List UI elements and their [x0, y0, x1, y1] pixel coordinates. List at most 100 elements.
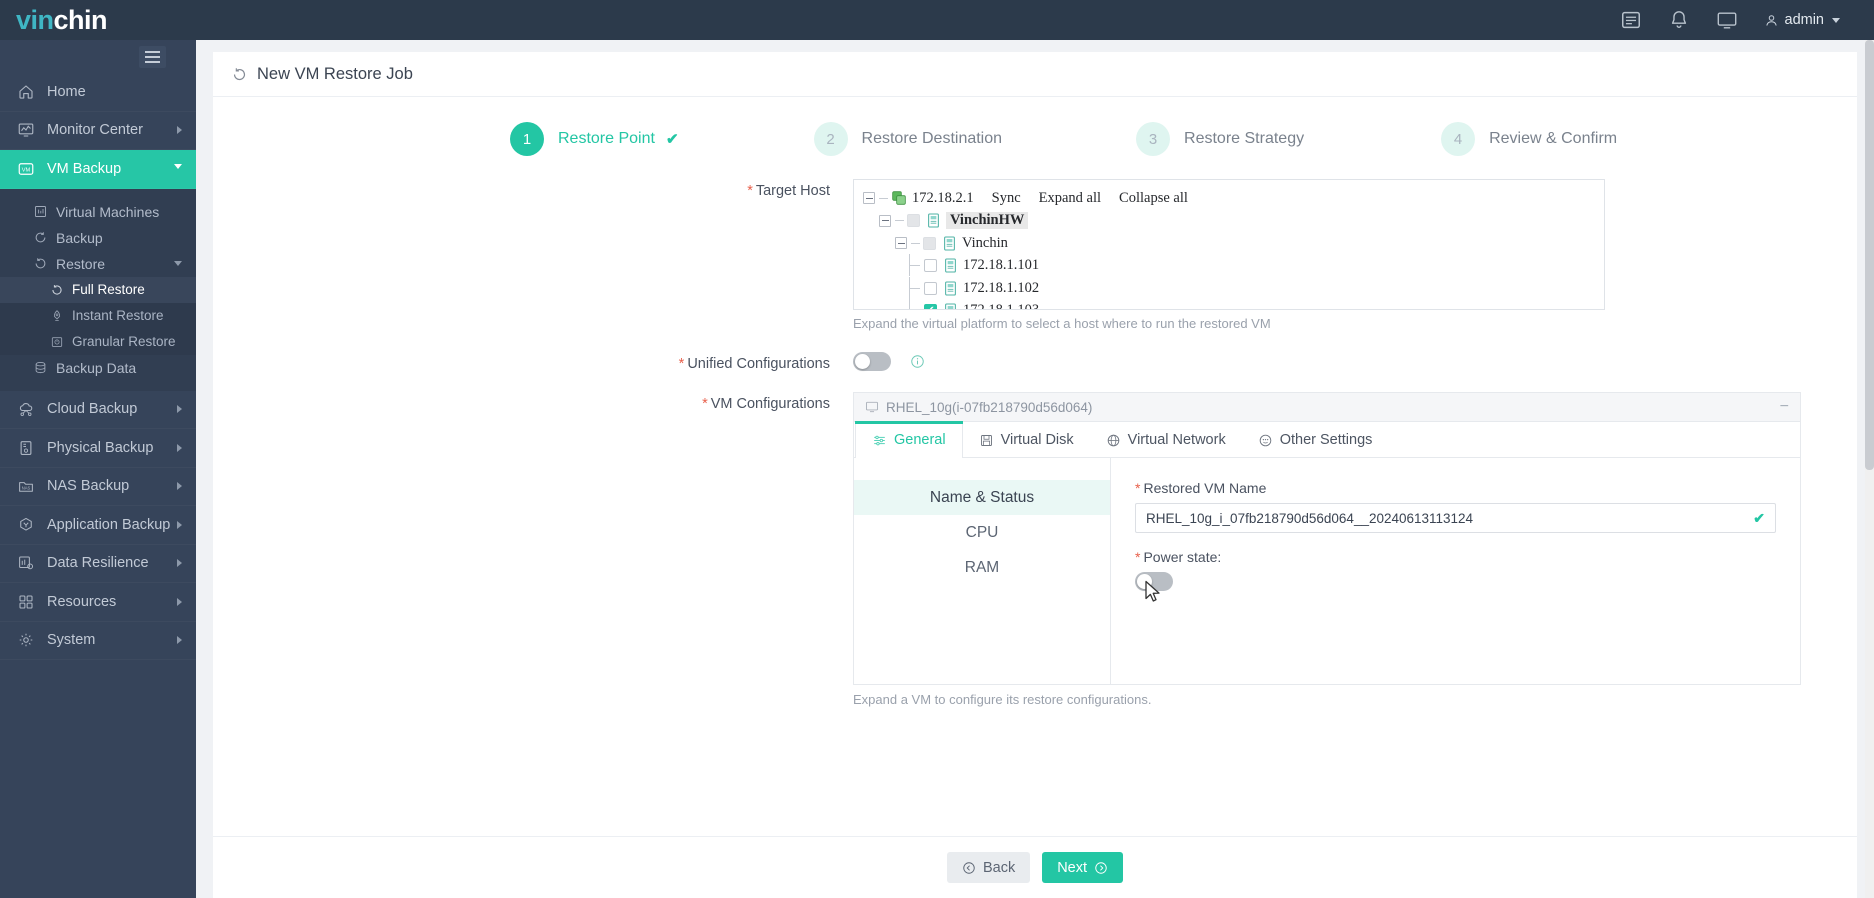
- collapse-all-link[interactable]: Collapse all: [1119, 190, 1188, 207]
- arrow-left-circle-icon: [963, 861, 975, 874]
- tree-checkbox[interactable]: [923, 236, 936, 250]
- sidebar-item-virtual-machines[interactable]: Virtual Machines: [0, 199, 196, 225]
- step-review-confirm[interactable]: 4 Review & Confirm: [1441, 122, 1617, 156]
- sidebar-item-label: Granular Restore: [72, 334, 176, 349]
- collapse-toggle-icon[interactable]: [895, 237, 907, 250]
- tree-row-selected[interactable]: ✔ 172.18.1.103: [863, 299, 1595, 309]
- check-icon: ✔: [665, 131, 679, 148]
- sidebar-item-label: Home: [47, 83, 86, 100]
- tree-checkbox[interactable]: [907, 214, 920, 228]
- sidebar-item-backup-data[interactable]: Backup Data: [0, 355, 196, 381]
- back-button-label: Back: [982, 859, 1016, 876]
- sidebar-item-label: Instant Restore: [72, 308, 164, 323]
- top-bar: vin chin admin: [0, 0, 1874, 40]
- config-section-name-status[interactable]: Name & Status: [854, 480, 1110, 515]
- sidebar-item-home[interactable]: Home: [0, 73, 196, 112]
- page-scrollbar[interactable]: [1865, 40, 1874, 898]
- sidebar-item-restore[interactable]: Restore: [0, 251, 196, 277]
- tab-other-settings[interactable]: Other Settings: [1242, 422, 1389, 458]
- resources-icon: [19, 595, 33, 609]
- top-bar-actions: admin: [1620, 9, 1874, 31]
- sidebar-item-nas-backup[interactable]: NAS NAS Backup: [0, 468, 196, 507]
- sidebar-item-backup[interactable]: Backup: [0, 225, 196, 251]
- list-icon[interactable]: [1620, 9, 1642, 31]
- cloud-backup-icon: [19, 403, 33, 417]
- power-state-toggle[interactable]: [1135, 572, 1173, 591]
- field-target-host: * Target Host 172.18.2.1 Sync Expand all…: [213, 179, 1857, 331]
- sidebar-item-application-backup[interactable]: Application Backup: [0, 506, 196, 545]
- tree-line: [909, 254, 920, 277]
- step-label: Restore Strategy: [1184, 130, 1305, 147]
- tab-virtual-network[interactable]: Virtual Network: [1090, 422, 1242, 458]
- step-restore-destination[interactable]: 2 Restore Destination: [813, 122, 1002, 156]
- tree-row[interactable]: 172.18.1.102: [863, 276, 1595, 300]
- expand-all-link[interactable]: Expand all: [1039, 190, 1101, 207]
- info-icon[interactable]: [910, 354, 925, 369]
- collapse-toggle-icon[interactable]: [879, 214, 891, 227]
- chevron-right-icon: [177, 559, 182, 568]
- sidebar-item-cloud-backup[interactable]: Cloud Backup: [0, 391, 196, 430]
- tree-checkbox-checked[interactable]: ✔: [924, 304, 937, 309]
- bell-icon[interactable]: [1668, 9, 1690, 31]
- monitor-icon[interactable]: [1716, 9, 1738, 31]
- sidebar-item-vm-backup[interactable]: VM VM Backup: [0, 150, 196, 189]
- vm-config-card-header[interactable]: RHEL_10g(i-07fb218790d56d064) −: [854, 393, 1800, 422]
- minus-icon[interactable]: −: [1780, 399, 1789, 415]
- tab-label: Other Settings: [1279, 432, 1373, 448]
- vm-config-tab-body: Name & Status CPU RAM * Restored VM Name…: [854, 458, 1800, 684]
- sidebar-item-data-resilience[interactable]: Data Resilience: [0, 545, 196, 584]
- label-text: Unified Configurations: [687, 356, 830, 372]
- sidebar-item-label: Restore: [56, 255, 106, 272]
- system-icon: [19, 633, 33, 647]
- globe-icon: [1107, 434, 1119, 446]
- monitor-small-icon: [865, 401, 879, 413]
- sidebar-item-full-restore[interactable]: Full Restore: [0, 276, 196, 303]
- brand-logo[interactable]: vin chin: [0, 0, 196, 40]
- power-state-label: * Power state:: [1135, 549, 1776, 565]
- config-section-ram[interactable]: RAM: [854, 550, 1110, 585]
- sidebar-item-physical-backup[interactable]: Physical Backup: [0, 429, 196, 468]
- next-button[interactable]: Next: [1042, 852, 1124, 883]
- restored-vm-name-label: * Restored VM Name: [1135, 480, 1776, 496]
- sidebar-item-granular-restore[interactable]: Granular Restore: [0, 329, 196, 355]
- scrollbar-thumb[interactable]: [1865, 40, 1874, 470]
- user-name: admin: [1784, 12, 1825, 28]
- vm-configurations-control: RHEL_10g(i-07fb218790d56d064) − General: [853, 392, 1857, 707]
- sidebar-item-resources[interactable]: Resources: [0, 583, 196, 622]
- step-number: 4: [1441, 122, 1476, 156]
- toggle-knob: [855, 354, 870, 369]
- tab-general[interactable]: General: [855, 421, 963, 459]
- restore-icon: [35, 258, 46, 269]
- tab-virtual-disk[interactable]: Virtual Disk: [963, 422, 1090, 458]
- main-content: New VM Restore Job 1 Restore Point ✔ 2 R…: [196, 40, 1874, 898]
- step-restore-strategy[interactable]: 3 Restore Strategy: [1136, 122, 1304, 156]
- sync-link[interactable]: Sync: [992, 190, 1021, 207]
- tree-checkbox[interactable]: [924, 259, 937, 273]
- back-button[interactable]: Back: [946, 852, 1031, 883]
- restored-vm-name-input[interactable]: RHEL_10g_i_07fb218790d56d064__2024061311…: [1135, 503, 1776, 533]
- sidebar-item-system[interactable]: System: [0, 622, 196, 661]
- collapse-toggle-icon[interactable]: [863, 192, 875, 205]
- tree-row[interactable]: 172.18.1.101: [863, 254, 1595, 278]
- menu-toggle-button[interactable]: [139, 45, 166, 68]
- config-section-cpu[interactable]: CPU: [854, 515, 1110, 550]
- step-restore-point[interactable]: 1 Restore Point ✔: [510, 122, 679, 156]
- unified-configurations-toggle[interactable]: [853, 352, 891, 371]
- sidebar-item-label: Backup Data: [56, 359, 137, 376]
- tree-checkbox[interactable]: [924, 281, 937, 295]
- host-tree[interactable]: 172.18.2.1 Sync Expand all Collapse all: [853, 179, 1605, 310]
- sidebar-item-instant-restore[interactable]: Instant Restore: [0, 303, 196, 329]
- target-host-hint: Expand the virtual platform to select a …: [853, 316, 1271, 331]
- sidebar-item-monitor-center[interactable]: Monitor Center: [0, 112, 196, 151]
- tree-row[interactable]: VinchinHW: [863, 210, 1595, 233]
- host-icon: [945, 303, 956, 309]
- page-title: New VM Restore Job: [213, 52, 1857, 97]
- tree-row[interactable]: Vinchin: [863, 232, 1595, 255]
- sidebar-item-label: Physical Backup: [47, 439, 154, 456]
- sidebar-item-label: Monitor Center: [47, 122, 143, 139]
- unified-configurations-label: * Unified Configurations: [213, 352, 853, 372]
- label-text: Power state:: [1143, 549, 1222, 565]
- sidebar-item-label: Full Restore: [72, 282, 145, 297]
- user-menu[interactable]: admin: [1764, 12, 1840, 28]
- tree-row-root[interactable]: 172.18.2.1 Sync Expand all Collapse all: [863, 187, 1595, 210]
